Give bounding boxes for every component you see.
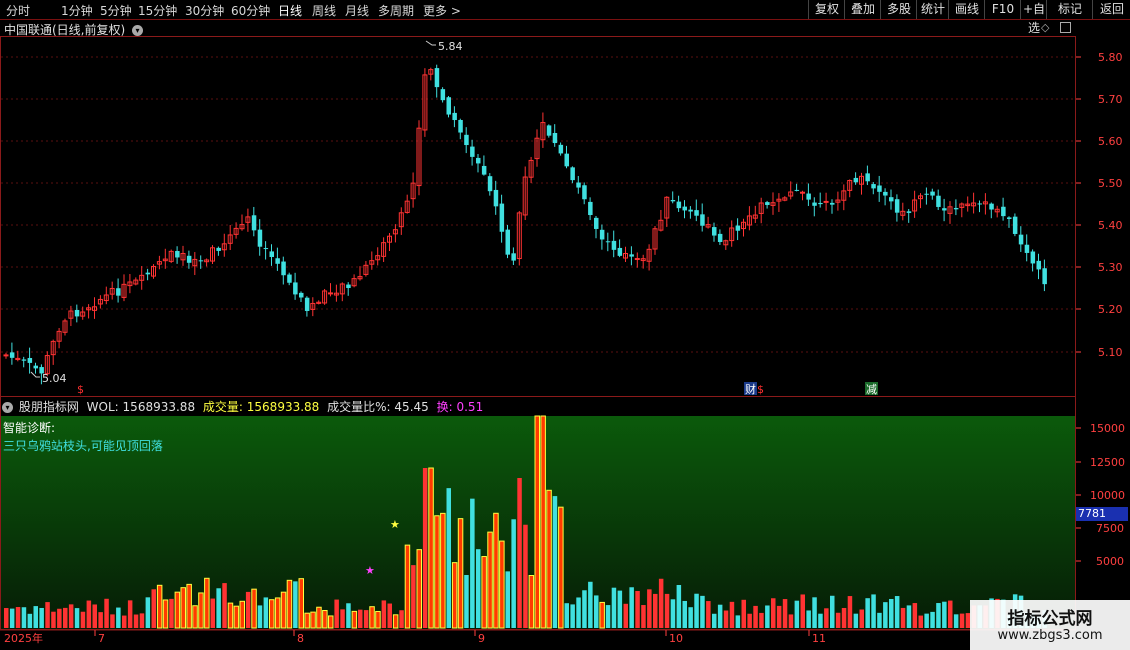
diagnosis-text: 三只乌鸦站枝头,可能见顶回落 [3,439,163,453]
low-price-label: 5.04 [42,372,67,385]
volume-label: 成交量: [202,400,243,414]
price-tick: 5.20 [1098,303,1123,316]
date-label: 7 [98,632,105,645]
price-tick: 5.60 [1098,135,1123,148]
volume-tick: 15000 [1090,422,1125,435]
price-tick: 5.40 [1098,219,1123,232]
volume-value: 1568933.88 [246,400,320,414]
candles [3,64,1047,385]
price-tick: 5.80 [1098,51,1123,64]
wol-value: 1568933.88 [122,400,196,414]
dividend-marker[interactable]: $ [77,383,84,396]
volume-tick: 12500 [1090,456,1125,469]
price-tick: 5.70 [1098,93,1123,106]
diagnosis-title: 智能诊断: [3,421,56,435]
watermark-title: 指标公式网 [1007,609,1093,629]
date-axis: 2025年 7 8 9 10 11 [0,629,1076,645]
date-label: 10 [669,632,683,645]
chevron-down-icon[interactable]: ▾ [2,402,13,413]
price-axis: 5.80 5.70 5.60 5.50 5.40 5.30 5.20 5.10 [1076,51,1123,359]
price-tick: 5.50 [1098,177,1123,190]
date-label: 2025年 [4,631,43,645]
date-label: 11 [812,632,826,645]
current-volume-label: 7781 [1076,507,1128,521]
star-icon: ★ [390,518,400,531]
wol-label: WOL: [86,400,119,414]
reduce-marker[interactable]: 减 [866,383,877,396]
volume-axis: 15000 12500 10000 7500 5000 [1076,422,1125,568]
watermark: 指标公式网 www.zbgs3.com [970,600,1130,650]
volume-indicator-header: ▾ 股朋指标网 WOL: 1568933.88 成交量: 1568933.88 … [2,398,483,415]
date-label: 8 [297,632,304,645]
low-annotation: 5.04 [30,371,67,385]
kline-chart: 5.80 5.70 5.60 5.50 5.40 5.30 5.20 5.10 … [0,40,1125,645]
turnover-value: 0.51 [456,400,484,414]
volume-tick: 10000 [1090,489,1125,502]
indicator-name[interactable]: 股朋指标网 [19,400,79,414]
price-gridlines [1,56,1075,353]
date-label: 9 [478,632,485,645]
high-annotation: 5.84 [425,40,463,53]
volume-ratio-value: 45.45 [394,400,429,414]
watermark-url: www.zbgs3.com [997,628,1103,643]
high-price-label: 5.84 [438,40,463,53]
star-icon: ★ [365,564,375,577]
turnover-label: 换: [436,400,453,414]
dividend-marker[interactable]: $ [757,383,764,396]
finance-marker[interactable]: 财 [745,382,756,396]
volume-ratio-label: 成交量比%: [327,400,391,414]
price-tick: 5.10 [1098,346,1123,359]
volume-tick: 7500 [1096,522,1124,535]
price-tick: 5.30 [1098,261,1123,274]
volume-tick: 5000 [1096,555,1124,568]
